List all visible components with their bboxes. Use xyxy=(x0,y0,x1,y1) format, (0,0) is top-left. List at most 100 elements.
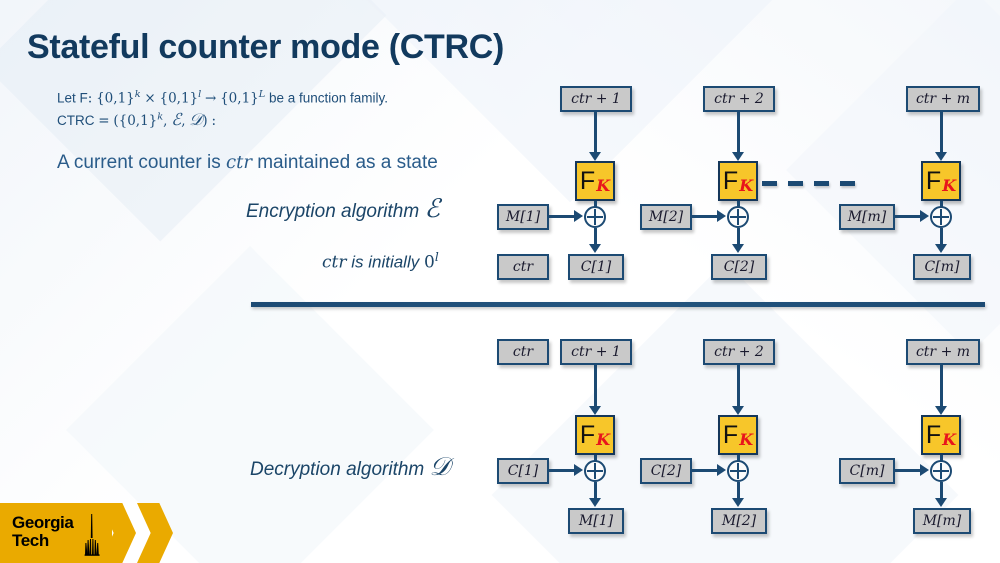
dec-arrow-3-cipher-to-xor xyxy=(920,464,929,476)
logo-line-1: Georgia xyxy=(12,513,74,532)
def-trailing-colon: : xyxy=(211,113,217,129)
dec-arrow-2-xor-to-out xyxy=(732,498,744,507)
dec-message-box-1: M[1] xyxy=(568,508,624,534)
enc-prf-F-3: F xyxy=(925,166,942,195)
dec-arrow-1-counter-to-f xyxy=(589,406,601,415)
enc-prf-box-2: FK xyxy=(718,161,758,201)
enc-arrow-3-counter-to-f xyxy=(935,152,947,161)
def-tail: be a function family. xyxy=(268,90,389,106)
logo-chevron-icon xyxy=(137,503,173,563)
dec-counter-box-3: ctr + m xyxy=(906,339,980,365)
enc-cipher-label-3: C[m] xyxy=(924,259,960,275)
enc-cipher-box-1: C[1] xyxy=(568,254,624,280)
def-arrow: → xyxy=(205,90,217,107)
definition-line-1: Let F: {0,1}k × {0,1}l → {0,1}L be a fun… xyxy=(57,89,388,107)
enc-prf-box-3: FK xyxy=(921,161,961,201)
enc-arrow-3-msg-to-xor xyxy=(920,210,929,222)
dec-message-label-3: M[m] xyxy=(922,513,962,529)
dec-prf-box-1: FK xyxy=(575,415,615,455)
decryption-algorithm-text: Decryption algorithm xyxy=(250,459,425,480)
def-set-2: {0,1} xyxy=(159,90,199,107)
def-equals: = xyxy=(98,113,110,129)
enc-arrow-1-xor-to-out xyxy=(589,244,601,253)
dec-counter-box-1: ctr + 1 xyxy=(560,339,632,365)
ctr-initial-ctr: ctr xyxy=(322,252,347,273)
enc-arrow-1-msg-to-xor xyxy=(574,210,583,222)
enc-counter-box-2: ctr + 2 xyxy=(703,86,775,112)
dec-arrow-1-cipher-to-xor xyxy=(574,464,583,476)
decryption-algorithm-symbol: 𝒟 xyxy=(429,452,450,482)
dec-ctr-state-label: ctr xyxy=(512,344,534,360)
section-divider xyxy=(251,302,985,307)
decryption-algorithm-label: Decryption algorithm 𝒟 xyxy=(250,452,450,483)
enc-cipher-box-3: C[m] xyxy=(913,254,971,280)
dec-cipher-label-2: C[2] xyxy=(650,463,682,479)
enc-cipher-label-2: C[2] xyxy=(723,259,755,275)
counter-state-ctr: ctr xyxy=(225,152,252,173)
dec-prf-box-2: FK xyxy=(718,415,758,455)
enc-prf-K-1: K xyxy=(596,176,611,195)
enc-prf-K-2: K xyxy=(739,176,754,195)
def-set-4: {0,1} xyxy=(118,113,158,129)
enc-prf-F-2: F xyxy=(722,166,739,195)
enc-counter-label-3: ctr + m xyxy=(915,91,971,107)
def-sup-l: l xyxy=(198,89,202,100)
enc-ellipsis-dash xyxy=(814,181,829,186)
dec-message-box-2: M[2] xyxy=(711,508,767,534)
def-cal-E: ℰ xyxy=(171,110,182,129)
dec-connector-2-counter-to-f xyxy=(737,365,740,410)
enc-prf-box-1: FK xyxy=(575,161,615,201)
enc-arrow-3-xor-to-out xyxy=(935,244,947,253)
dec-arrow-2-cipher-to-xor xyxy=(717,464,726,476)
enc-prf-K-3: K xyxy=(942,176,957,195)
encryption-algorithm-label: Encryption algorithm ℰ xyxy=(246,194,440,224)
enc-counter-label-2: ctr + 2 xyxy=(714,91,764,107)
def-set-3: {0,1} xyxy=(220,90,259,107)
dec-cipher-box-3: C[m] xyxy=(839,458,895,484)
dec-prf-K-1: K xyxy=(596,430,611,449)
enc-xor-1 xyxy=(584,206,606,228)
dec-arrow-1-xor-to-out xyxy=(589,498,601,507)
enc-xor-2 xyxy=(727,206,749,228)
enc-message-label-3: M[m] xyxy=(847,209,887,225)
enc-counter-label-1: ctr + 1 xyxy=(571,91,621,107)
enc-message-box-2: M[2] xyxy=(640,204,692,230)
enc-counter-box-3: ctr + m xyxy=(906,86,980,112)
def-sup-k: k xyxy=(134,89,141,100)
def-set-1: {0,1} xyxy=(96,90,135,107)
def-cal-D: 𝒟 xyxy=(189,110,203,129)
enc-connector-1-counter-to-f xyxy=(594,112,597,156)
dec-cipher-label-3: C[m] xyxy=(849,463,885,479)
dec-prf-box-3: FK xyxy=(921,415,961,455)
enc-arrow-2-counter-to-f xyxy=(732,152,744,161)
encryption-algorithm-symbol: ℰ xyxy=(424,194,441,224)
dec-xor-2 xyxy=(727,460,749,482)
def-comma-2: , xyxy=(181,113,186,129)
enc-ellipsis-dash xyxy=(762,181,777,186)
dec-arrow-3-xor-to-out xyxy=(935,498,947,507)
enc-connector-2-counter-to-f xyxy=(737,112,740,156)
enc-ellipsis-dash xyxy=(840,181,855,186)
enc-message-box-1: M[1] xyxy=(497,204,549,230)
dec-counter-label-1: ctr + 1 xyxy=(571,344,621,360)
dec-prf-F-3: F xyxy=(925,420,942,449)
dec-counter-label-2: ctr + 2 xyxy=(714,344,764,360)
enc-ellipsis-dash xyxy=(788,181,803,186)
dec-message-label-2: M[2] xyxy=(721,513,757,529)
def-sup-L: L xyxy=(258,89,266,100)
def-times: × xyxy=(144,90,156,107)
def-comma-1: , xyxy=(163,113,168,129)
enc-xor-3 xyxy=(930,206,952,228)
ctr-initial-sup: l xyxy=(434,250,439,264)
def-rparen: ) xyxy=(202,113,208,129)
dec-arrow-2-counter-to-f xyxy=(732,406,744,415)
enc-counter-box-1: ctr + 1 xyxy=(560,86,632,112)
ctr-initial-zero: 0 xyxy=(423,252,435,273)
dec-message-label-1: M[1] xyxy=(578,513,614,529)
enc-arrow-2-xor-to-out xyxy=(732,244,744,253)
dec-prf-F-2: F xyxy=(722,420,739,449)
dec-xor-1 xyxy=(584,460,606,482)
enc-message-label-1: M[1] xyxy=(505,209,541,225)
dec-cipher-box-1: C[1] xyxy=(497,458,549,484)
dec-cipher-box-2: C[2] xyxy=(640,458,692,484)
